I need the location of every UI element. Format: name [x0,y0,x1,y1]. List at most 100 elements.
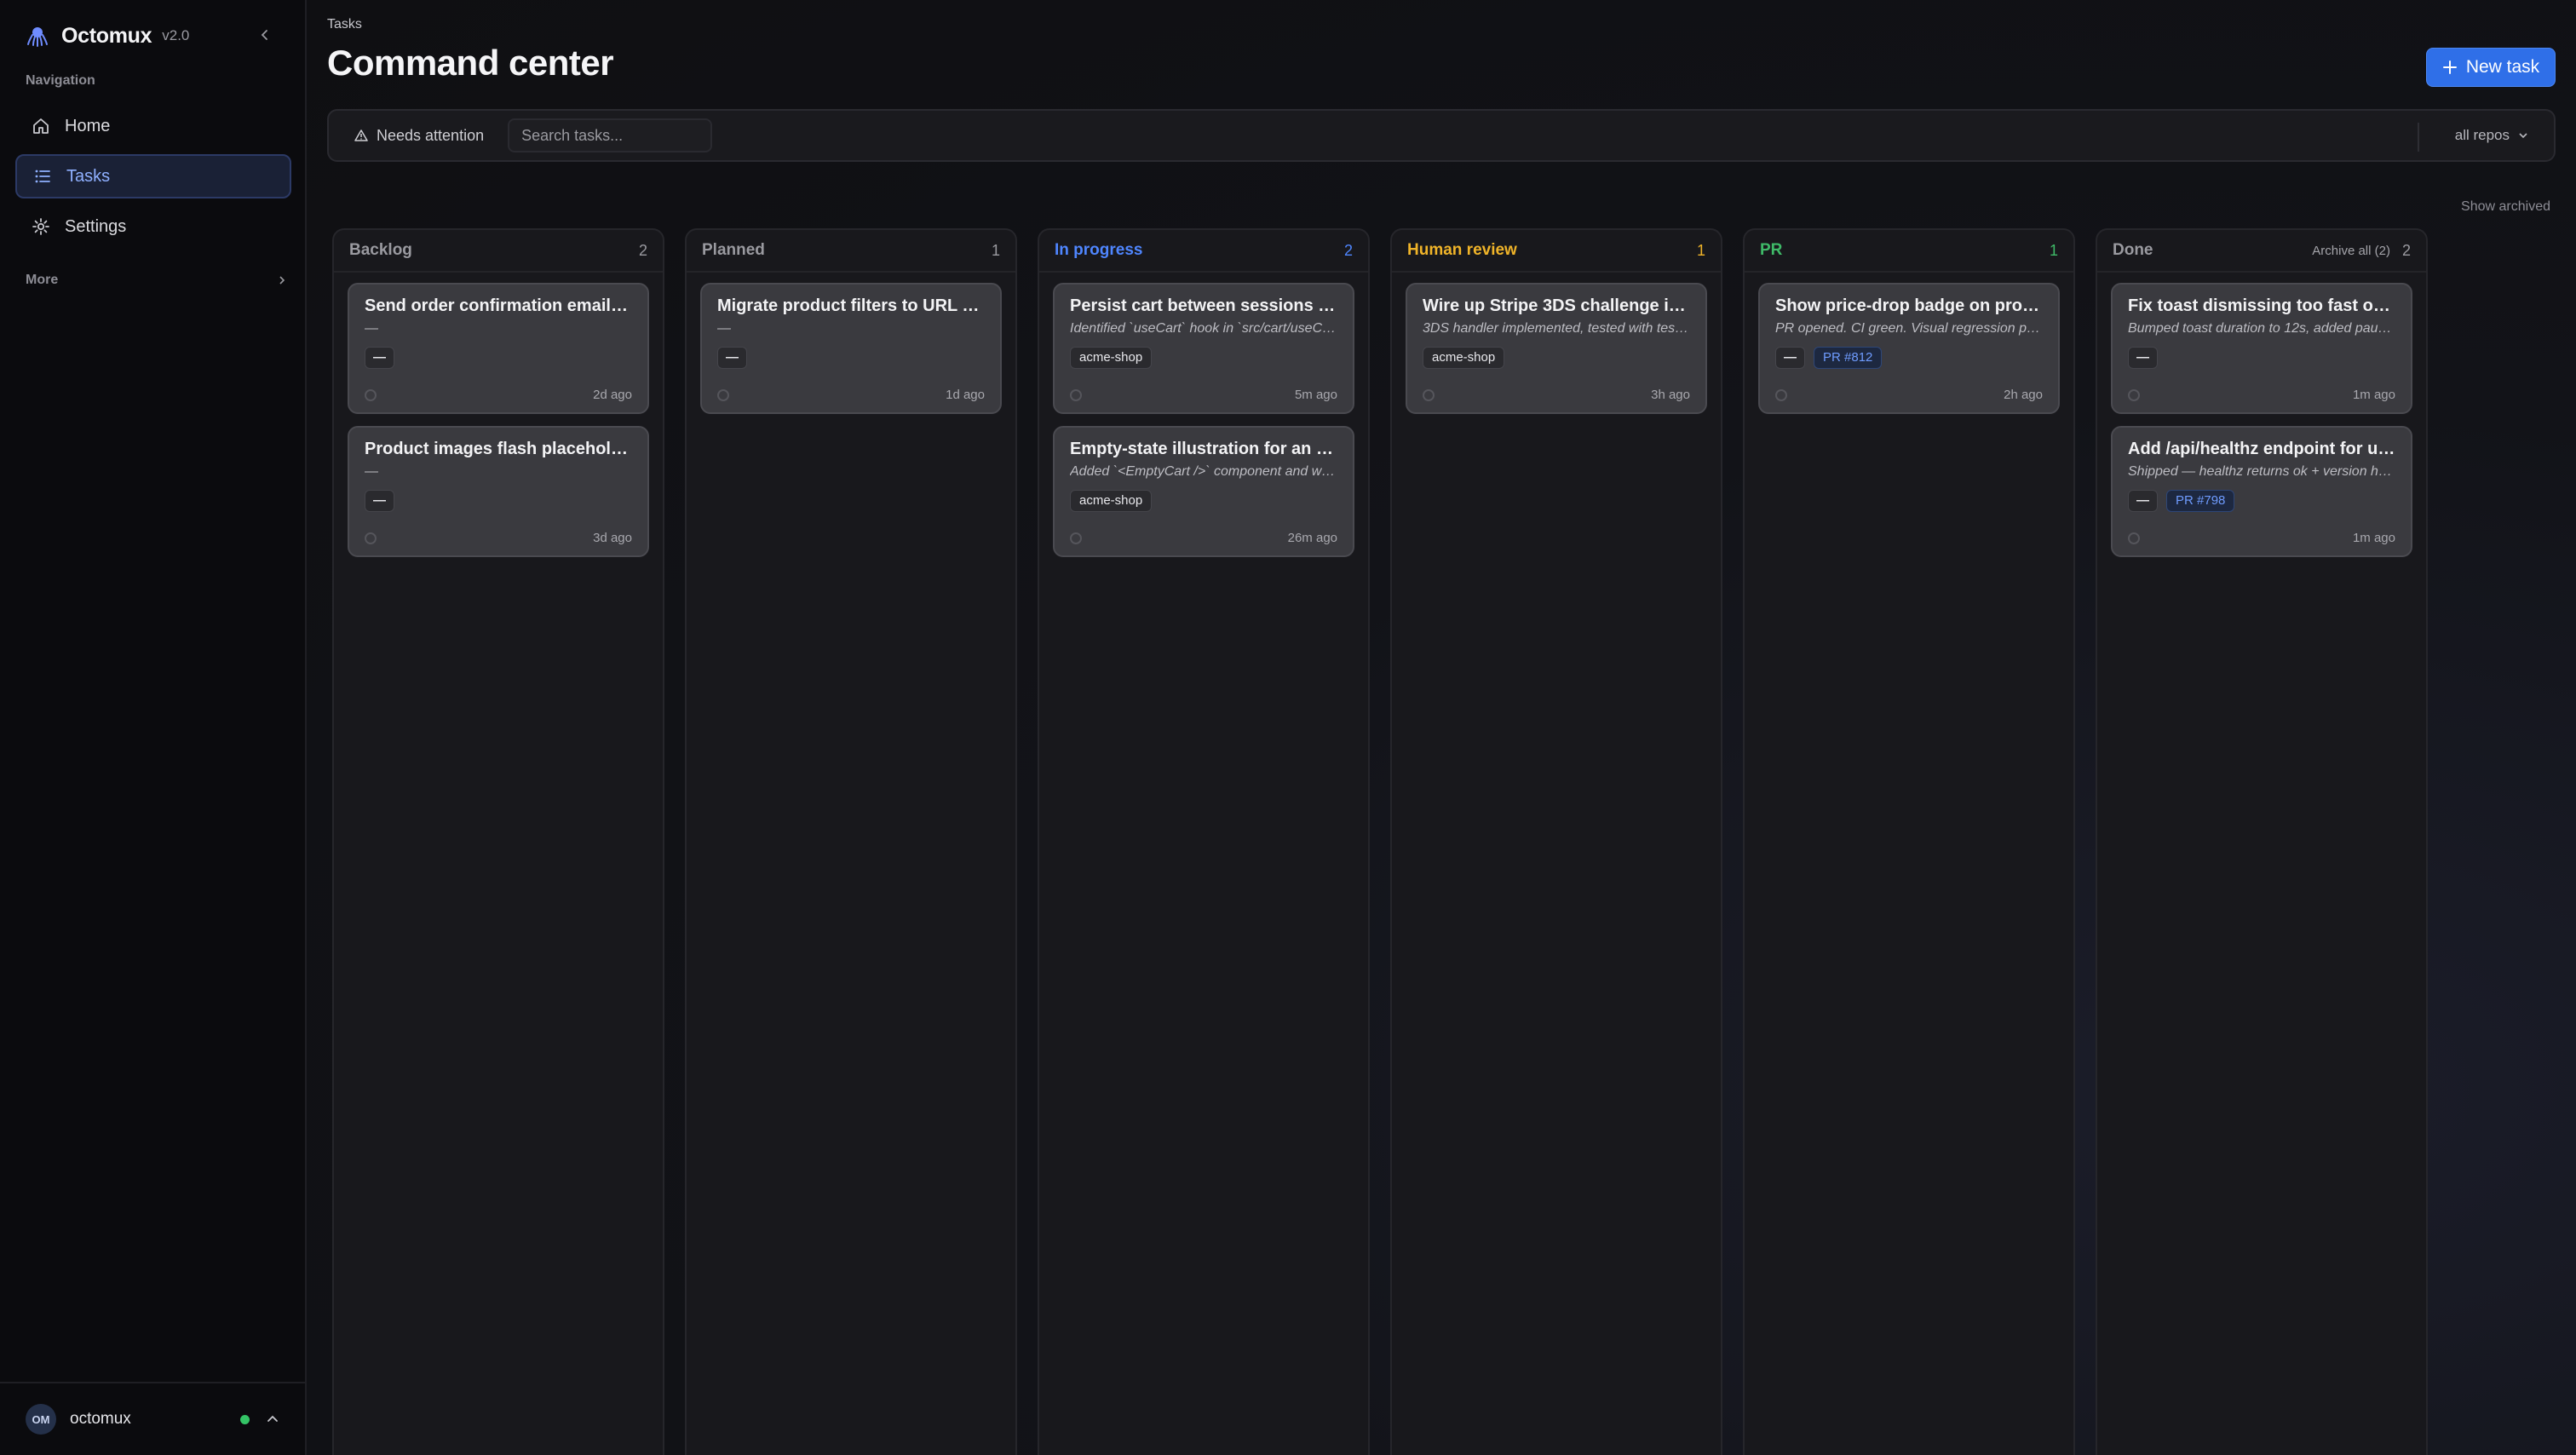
sidebar-item-tasks[interactable]: Tasks [15,154,291,198]
empty-repo-tag: — [2128,490,2158,512]
task-summary: 3DS handler implemented, tested with tes… [1423,321,1690,336]
task-title: Fix toast dismissing too fast on mobile [2128,296,2395,315]
sidebar-item-label: Tasks [66,166,111,186]
column-title: PR [1760,241,1783,259]
app-root: Octomux v2.0 Navigation Home Tasks Setti… [0,0,2576,1455]
task-age: 2h ago [2004,388,2043,402]
card-list: Fix toast dismissing too fast on mobile B… [2097,273,2426,567]
repo-filter-dropdown[interactable]: all repos [2455,111,2528,160]
status-ring-icon [2128,532,2140,544]
task-card[interactable]: Empty-state illustration for an empty ca… [1053,426,1354,557]
brand[interactable]: Octomux v2.0 [26,20,189,51]
sidebar-item-home[interactable]: Home [15,104,291,148]
task-title: Empty-state illustration for an empty ca… [1070,440,1337,458]
needs-attention-label: Needs attention [377,126,485,144]
task-title: Add /api/healthz endpoint for uptime che… [2128,440,2395,458]
page-title: Command center [327,43,614,83]
empty-repo-tag: — [365,490,394,512]
card-list: Send order confirmation email after chec… [334,273,663,567]
pr-link-badge[interactable]: PR #798 [2166,490,2235,512]
task-summary: Bumped toast duration to 12s, added paus… [2128,321,2395,336]
kanban-board: Backlog 2 Send order confirmation email af… [332,228,2428,1455]
more-section-toggle[interactable]: More [26,273,286,288]
collapse-sidebar-button[interactable] [254,24,276,46]
task-summary: — [365,464,378,479]
user-menu[interactable]: OM octomux [0,1382,305,1455]
task-footer: 26m ago [1070,531,1337,545]
column-pr: PR 1 Show price-drop badge on product card… [1743,228,2075,1455]
task-age: 1d ago [946,388,985,402]
empty-repo-tag: — [1775,347,1805,369]
new-task-label: New task [2465,57,2540,77]
column-header-right: 1 [1697,242,1705,260]
task-summary: Added `<EmptyCart />` component and wire… [1070,464,1337,479]
column-count: 2 [1343,241,1353,259]
task-card[interactable]: Fix toast dismissing too fast on mobile B… [2111,283,2412,414]
nav-heading: Navigation [26,73,95,88]
search-input[interactable] [508,118,713,152]
online-status-dot [240,1414,250,1424]
task-age: 26m ago [1287,531,1337,545]
task-tags: acme-shop [1070,490,1337,512]
task-tags: — [365,490,632,512]
column-header: PR 1 [1745,230,2073,273]
task-title: Send order confirmation email after chec… [365,296,632,315]
column-in-progress: In progress 2 Persist cart between session… [1038,228,1370,1455]
column-header-right: 2 [1344,242,1353,260]
task-card[interactable]: Persist cart between sessions for guests… [1053,283,1354,414]
task-card[interactable]: Show price-drop badge on product cards PR… [1758,283,2060,414]
sidebar-item-settings[interactable]: Settings [15,204,291,249]
column-header-right: 1 [992,242,1000,260]
task-card[interactable]: Send order confirmation email after chec… [348,283,649,414]
task-summary: — [717,321,731,336]
task-card[interactable]: Migrate product filters to URL search pa… [700,283,1002,414]
task-tags: — [2128,347,2395,369]
task-card[interactable]: Wire up Stripe 3DS challenge in checkout… [1406,283,1707,414]
task-tags: — [717,347,985,369]
home-icon [31,116,51,136]
card-list: Migrate product filters to URL search pa… [687,273,1015,424]
chevron-right-icon [279,276,285,285]
card-list: Show price-drop badge on product cards PR… [1745,273,2073,424]
column-count: 1 [1696,241,1705,259]
list-icon [32,166,53,187]
show-archived-toggle[interactable]: Show archived [2461,199,2550,215]
task-age: 5m ago [1294,388,1337,402]
task-age: 3h ago [1651,388,1690,402]
column-header-right: Archive all (2) 2 [2312,242,2411,260]
breadcrumb[interactable]: Tasks [327,17,362,32]
sidebar-item-label: Settings [65,216,127,236]
octopus-logo-icon [26,24,49,48]
task-summary: — [365,321,378,336]
task-footer: 1d ago [717,388,985,402]
app-name: Octomux [61,23,152,48]
filter-toolbar: Needs attention all repos [327,109,2556,162]
sidebar-item-label: Home [65,116,111,135]
column-count: 2 [638,241,647,259]
archive-all-button[interactable]: Archive all (2) [2312,244,2390,258]
gear-icon [31,216,51,237]
status-ring-icon [365,388,377,401]
task-footer: 2d ago [365,388,632,402]
column-count: 2 [2401,241,2411,259]
chevron-left-icon [261,30,267,40]
pr-link-badge[interactable]: PR #812 [1814,347,1883,369]
column-title: Done [2113,241,2153,259]
needs-attention-filter[interactable]: Needs attention [354,127,484,145]
new-task-button[interactable]: New task [2426,48,2556,87]
task-card[interactable]: Add /api/healthz endpoint for uptime che… [2111,426,2412,557]
task-age: 1m ago [2352,531,2395,545]
task-tags: acme-shop [1070,347,1337,369]
task-tags: acme-shop [1423,347,1690,369]
column-done: Done Archive all (2) 2 Fix toast dismissing… [2096,228,2428,1455]
task-card[interactable]: Product images flash placeholder on load… [348,426,649,557]
repo-filter-value: all repos [2454,127,2510,143]
chevron-up-icon [264,1411,281,1428]
card-list: Wire up Stripe 3DS challenge in checkout… [1392,273,1721,424]
avatar: OM [26,1404,56,1435]
task-footer: 1m ago [2128,531,2395,545]
column-header: Done Archive all (2) 2 [2097,230,2426,273]
task-age: 1m ago [2352,388,2395,402]
task-title: Product images flash placeholder on load [365,440,632,458]
status-ring-icon [1070,388,1082,401]
